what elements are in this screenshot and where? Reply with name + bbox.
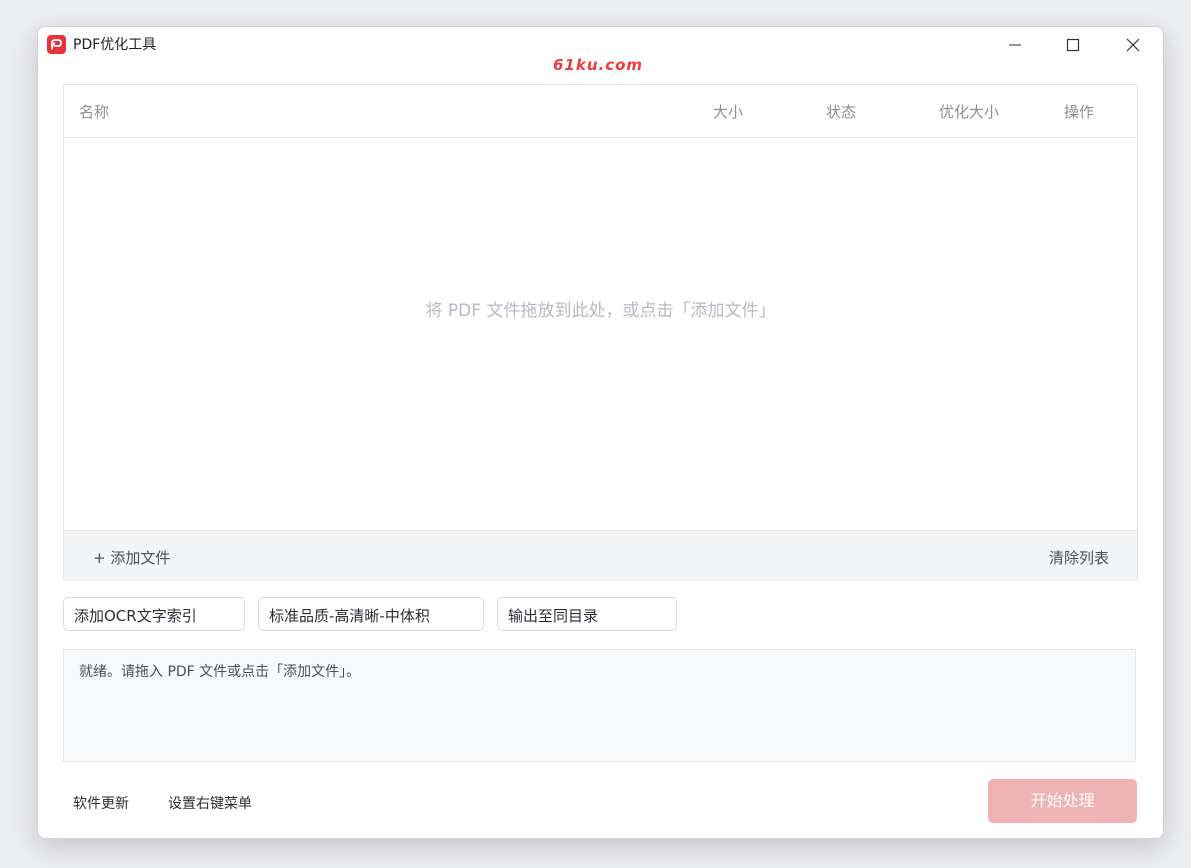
column-header-action: 操作 — [1064, 103, 1095, 121]
maximize-button[interactable] — [1044, 27, 1102, 63]
close-icon — [1126, 38, 1140, 52]
minimize-icon — [1009, 44, 1021, 46]
output-location-select[interactable]: 输出至同目录 — [497, 597, 677, 631]
title-bar[interactable]: PDF优化工具 61ku.com — [38, 27, 1163, 74]
start-processing-button[interactable]: 开始处理 — [988, 779, 1137, 823]
column-header-size[interactable]: 大小 — [713, 101, 743, 122]
software-update-link[interactable]: 软件更新 — [73, 793, 129, 813]
clear-list-button[interactable]: 清除列表 — [1049, 547, 1109, 568]
close-button[interactable] — [1104, 27, 1162, 63]
add-file-button[interactable]: + 添加文件 — [93, 547, 170, 568]
column-header-status[interactable]: 状态 — [826, 101, 856, 122]
drop-zone-hint: 将 PDF 文件拖放到此处，或点击「添加文件」 — [425, 301, 776, 321]
quality-option-select[interactable]: 标准品质-高清晰-中体积 — [258, 597, 484, 631]
context-menu-settings-link[interactable]: 设置右键菜单 — [168, 793, 252, 813]
log-panel[interactable]: 就绪。请拖入 PDF 文件或点击「添加文件」。 — [63, 649, 1136, 762]
file-table[interactable]: 名称 大小 状态 优化大小 操作 将 PDF 文件拖放到此处，或点击「添加文件」… — [63, 84, 1138, 581]
watermark: 61ku.com — [553, 56, 644, 74]
minimize-button[interactable] — [986, 27, 1044, 63]
app-window: PDF优化工具 61ku.com 名称 大小 状态 优化大小 操作 将 PDF … — [37, 26, 1164, 839]
pdf-tool-logo-icon — [47, 35, 66, 54]
log-message: 就绪。请拖入 PDF 文件或点击「添加文件」。 — [79, 664, 361, 680]
column-header-optimized-size[interactable]: 优化大小 — [939, 101, 999, 122]
table-header: 名称 大小 状态 优化大小 操作 — [64, 85, 1137, 138]
table-footer: + 添加文件 清除列表 — [64, 530, 1137, 581]
column-header-name[interactable]: 名称 — [79, 101, 109, 122]
maximize-icon — [1066, 38, 1080, 52]
window-title: PDF优化工具 — [73, 37, 157, 53]
ocr-option-select[interactable]: 添加OCR文字索引 — [63, 597, 245, 631]
